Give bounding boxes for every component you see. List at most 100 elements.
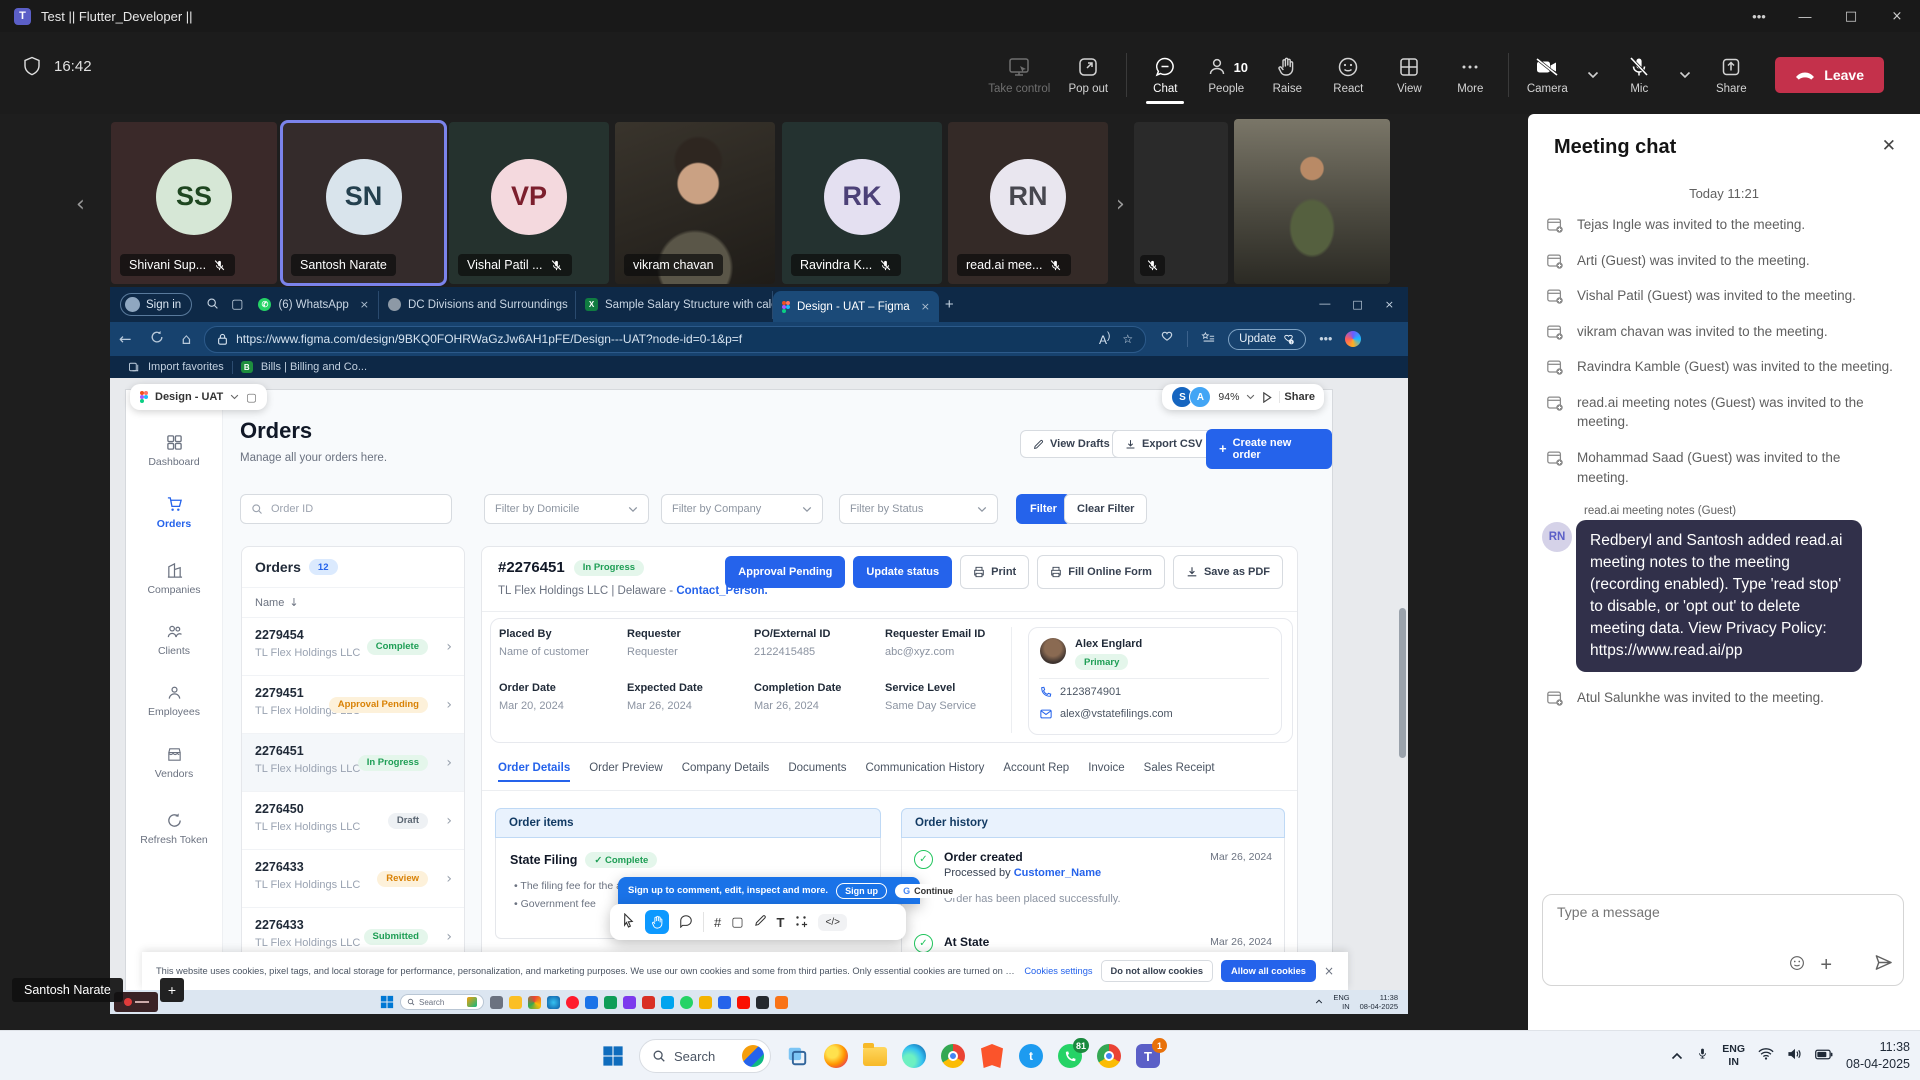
move-tool-icon[interactable] [622,913,635,931]
chat-button[interactable]: Chat [1142,55,1188,95]
pinned-app-icon[interactable] [490,996,503,1009]
leave-button[interactable]: Leave [1775,57,1884,93]
chat-message-input[interactable] [1555,903,1879,921]
contact-email[interactable]: alex@vstatefilings.com [1060,708,1173,720]
refresh-icon[interactable] [150,330,164,349]
outlook-icon[interactable] [661,996,674,1009]
zoom-level[interactable]: 94% [1218,391,1239,403]
save-as-pdf-button[interactable]: Save as PDF [1173,555,1283,589]
import-favorites-link[interactable]: Import favorites [148,361,224,373]
video-tile-camera-on[interactable]: vikram chavan [615,122,775,284]
chat-message-list[interactable]: Today 11:21 Tejas Ingle was invited to t… [1528,176,1920,886]
whatsapp-icon[interactable]: 81 [1057,1043,1083,1069]
video-tile-camera-on[interactable] [1234,119,1390,284]
brave-icon[interactable] [979,1043,1005,1069]
pinned-app-icon[interactable] [775,996,788,1009]
workspaces-icon[interactable]: ▢ [231,297,243,312]
filter-status-select[interactable]: Filter by Status [839,494,998,524]
figma-file-pill[interactable]: Design - UAT ▢ [130,384,267,410]
tab-order-preview[interactable]: Order Preview [589,762,663,774]
figma-signup-button[interactable]: Sign up [836,883,887,899]
tray-expand-icon[interactable] [1671,1047,1683,1065]
raise-hand-button[interactable]: Raise [1264,55,1310,95]
video-tile[interactable]: VP Vishal Patil ... [449,122,609,284]
back-icon[interactable]: ← [119,330,132,348]
customer-name-link[interactable]: Customer_Name [1014,867,1101,879]
video-tile-active-speaker[interactable]: SN Santosh Narate [282,122,445,284]
update-button[interactable]: Update ! [1228,329,1306,350]
share-button[interactable]: Share [1708,55,1754,95]
order-row[interactable]: 2279454TL Flex Holdings LLC Complete› [242,617,464,675]
approval-pending-button[interactable]: Approval Pending [725,556,845,588]
tab-order-details[interactable]: Order Details [498,762,570,782]
sidebar-item-employees[interactable]: Employees [126,684,222,718]
new-tab-icon[interactable]: + [945,296,954,313]
chrome-icon[interactable] [940,1043,966,1069]
close-icon[interactable]: × [1874,0,1920,32]
send-icon[interactable] [1874,953,1893,977]
whatsapp-icon[interactable] [680,996,693,1009]
filter-company-select[interactable]: Filter by Company [661,494,823,524]
start-button[interactable] [600,1043,626,1069]
search-input[interactable]: Search [400,994,484,1010]
browser-menu-icon[interactable]: ••• [1319,332,1332,346]
fill-online-form-button[interactable]: Fill Online Form [1037,555,1165,589]
tab-company-details[interactable]: Company Details [682,762,770,774]
pinned-app-icon[interactable] [623,996,636,1009]
github-icon[interactable] [756,996,769,1009]
home-icon[interactable]: ⌂ [182,330,192,348]
browser-tab-active[interactable]: Design - UAT – Figma× [773,291,939,322]
edge-icon[interactable] [901,1043,927,1069]
battery-icon[interactable] [1815,1047,1833,1065]
teams-icon[interactable]: T 1 [1135,1043,1161,1069]
vscode-icon[interactable] [718,996,731,1009]
deny-cookies-button[interactable]: Do not allow cookies [1101,960,1213,982]
video-tile[interactable]: SS Shivani Sup... [111,122,277,284]
taskbar-clock[interactable]: 11:3808-04-2025 [1846,1039,1910,1073]
people-button[interactable]: 10 People [1203,55,1249,95]
file-explorer-icon[interactable] [862,1043,888,1069]
order-row[interactable]: 2276450TL Flex Holdings LLC Draft› [242,791,464,849]
browser-maximize-icon[interactable]: □ [1352,298,1362,311]
view-button[interactable]: View [1386,55,1432,95]
address-bar[interactable]: https://www.figma.com/design/9BKQ0FOHRWa… [204,326,1146,353]
camera-options-chevron-icon[interactable] [1587,71,1599,79]
chat-close-icon[interactable]: ✕ [1882,136,1896,156]
video-tile-partial[interactable] [1134,122,1228,284]
google-continue-button[interactable]: GContinue [895,884,961,898]
presenter-label-expand-button[interactable]: + [160,978,184,1002]
share-taskbar-clock[interactable]: 11:3808-04-2025 [1360,993,1398,1012]
hand-tool-icon-active[interactable] [645,910,669,934]
twitter-icon[interactable]: t [1018,1043,1044,1069]
browser-essentials-icon[interactable] [1160,331,1174,348]
allow-cookies-button[interactable]: Allow all cookies [1221,960,1316,982]
mic-button[interactable]: Mic [1616,55,1662,95]
pop-out-button[interactable]: Pop out [1065,55,1111,95]
browser-minimize-icon[interactable]: — [1319,298,1330,311]
firefox-icon[interactable] [823,1043,849,1069]
name-column-header[interactable]: Name [255,597,284,609]
tab-close-icon[interactable]: × [921,300,930,313]
copilot-icon[interactable] [1345,331,1361,347]
text-tool-icon[interactable]: T [777,915,785,930]
opera-icon[interactable] [566,996,579,1009]
pinned-app-icon[interactable] [509,996,522,1009]
sidebar-item-refresh-token[interactable]: Refresh Token [126,812,222,846]
video-tile[interactable]: RK Ravindra K... [782,122,942,284]
volume-icon[interactable] [1787,1047,1802,1066]
order-row[interactable]: 2276433TL Flex Holdings LLC Review› [242,849,464,907]
tab-invoice[interactable]: Invoice [1088,762,1124,774]
collaborator-avatar[interactable]: A [1189,386,1211,408]
tab-account-rep[interactable]: Account Rep [1003,762,1069,774]
tab-close-icon[interactable]: × [360,298,369,311]
mic-options-chevron-icon[interactable] [1679,71,1691,79]
sidebar-item-companies[interactable]: Companies [126,562,222,596]
window-more-icon[interactable]: ••• [1736,0,1782,32]
shape-tool-icon[interactable]: ▢ [731,915,743,930]
order-id-search-input[interactable]: Order ID [240,494,452,524]
browser-tab[interactable]: X Sample Salary Structure with calc× [576,291,773,319]
filter-domicile-select[interactable]: Filter by Domicile [484,494,649,524]
dev-mode-toggle[interactable]: </> [818,914,846,931]
favorite-star-icon[interactable]: ☆ [1122,332,1133,346]
pen-tool-icon[interactable] [754,914,767,930]
